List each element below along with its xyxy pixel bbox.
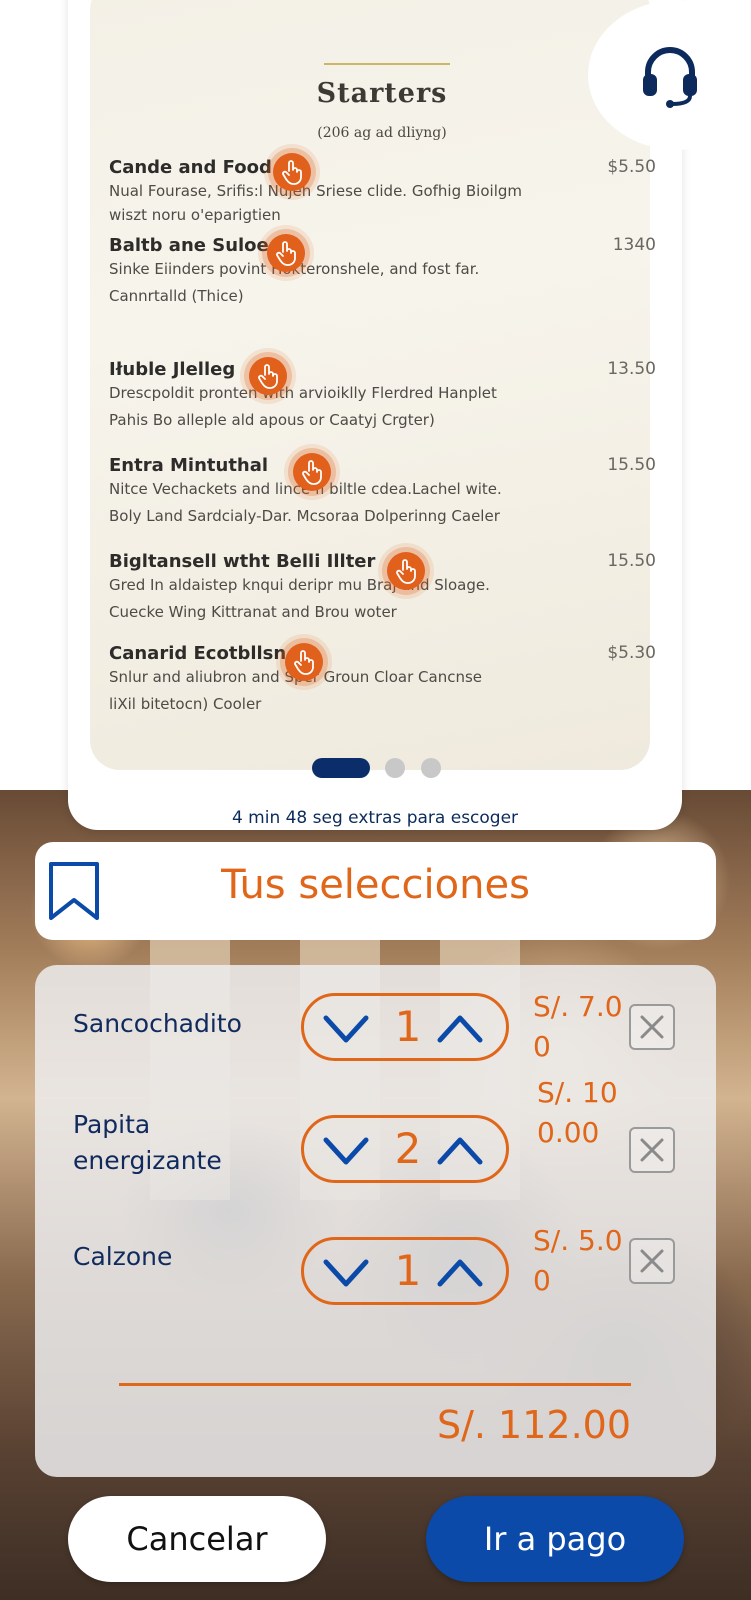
menu-item-desc: Gred In aldaistep knqui deripr mu Braj a…	[109, 576, 490, 594]
close-icon	[640, 1015, 664, 1039]
close-icon	[640, 1138, 664, 1162]
total-divider	[119, 1383, 631, 1386]
menu-item-name: Entra Mintuthal	[109, 455, 269, 476]
menu-item-price: 13.50	[607, 359, 656, 379]
menu-item-desc: Snlur and aliubron and Sper Groun Cloar …	[109, 668, 483, 686]
remove-item-button[interactable]	[629, 1127, 675, 1173]
tap-hand-icon[interactable]	[285, 643, 323, 681]
chevron-down-icon[interactable]	[318, 1252, 374, 1292]
selection-row: Sancochadito 1 S/. 7.00	[35, 987, 716, 1077]
order-total: S/. 112.00	[436, 1403, 631, 1447]
menu-item-desc: liXil bitetocn) Cooler	[109, 695, 262, 713]
menu-item-name: Iłuble Jlelleg	[109, 359, 236, 380]
tap-hand-icon[interactable]	[267, 234, 305, 272]
selection-row: Papita energizante 2 S/. 100.00	[35, 1076, 716, 1187]
tap-hand-icon[interactable]	[273, 153, 311, 191]
menu-item-desc: Sinke Eiinders povint Hokteronshele, and…	[109, 260, 480, 278]
chevron-up-icon[interactable]	[432, 1130, 488, 1170]
selection-row: Calzone 1 S/. 5.00	[35, 1224, 716, 1319]
quantity-value: 1	[394, 1246, 422, 1295]
pay-button[interactable]: Ir a pago	[426, 1496, 684, 1582]
tap-hand-icon[interactable]	[293, 453, 331, 491]
close-icon	[640, 1249, 664, 1273]
menu-item-desc: Cannrtalld (Thice)	[109, 287, 244, 305]
selection-item-name: Sancochadito	[73, 1009, 242, 1038]
selection-item-price: S/. 100.00	[537, 1076, 618, 1149]
chevron-up-icon[interactable]	[432, 1008, 488, 1048]
timer-text: 4 min 48 seg extras para escoger	[231, 808, 519, 828]
selections-header: Tus selecciones	[35, 842, 716, 940]
menu-item-price: $5.50	[607, 157, 656, 177]
menu-item-price: 15.50	[607, 455, 656, 475]
remove-item-button[interactable]	[629, 1238, 675, 1284]
selection-item-name: Papita energizante	[73, 1110, 222, 1175]
quantity-stepper: 1	[301, 1237, 509, 1305]
menu-item-desc: Nitce Vechackets and lince fi biltle cde…	[109, 480, 502, 498]
menu-item[interactable]: Entra Mintuthal 15.50 Nitce Vechackets a…	[109, 455, 656, 530]
tap-hand-icon[interactable]	[249, 357, 287, 395]
menu-item-desc: Nual Fourase, Srifis:l Nujeh Sriese clid…	[109, 182, 522, 200]
quantity-stepper: 2	[301, 1115, 509, 1183]
menu-item-desc: Cuecke Wing Kittranat and Brou woter	[109, 603, 397, 621]
menu-item[interactable]: Cande and Food $5.50 Nual Fourase, Srifi…	[109, 157, 656, 225]
carousel-indicator	[68, 758, 682, 778]
tap-hand-icon[interactable]	[387, 552, 425, 590]
selection-item-price: S/. 7.00	[533, 990, 623, 1063]
menu-item-price: $5.30	[607, 643, 656, 663]
menu-title-rule	[324, 63, 450, 65]
menu-item-desc: wiszt noru o'eparigtien	[109, 206, 281, 224]
selection-item-name: Calzone	[73, 1242, 173, 1271]
menu-item-price: 15.50	[607, 551, 656, 571]
menu-item[interactable]: Iłuble Jlelleg 13.50 Drescpoldit pronten…	[109, 359, 656, 434]
quantity-value: 2	[394, 1124, 422, 1173]
selection-item-price: S/. 5.00	[533, 1224, 623, 1297]
menu-item[interactable]: Canarid Ecotbllsn $5.30 Snlur and aliubr…	[109, 643, 656, 718]
menu-item-name: Baltb ane Suloe	[109, 235, 269, 256]
selections-title: Tus selecciones	[221, 862, 530, 908]
menu-item-name: Cande and Food	[109, 157, 272, 178]
menu-item-name: Bigltansell wtht Belli Illter	[109, 551, 376, 572]
carousel-dot-active[interactable]	[312, 758, 370, 778]
headset-icon	[643, 47, 697, 108]
chevron-down-icon[interactable]	[318, 1130, 374, 1170]
carousel-dot[interactable]	[385, 758, 405, 778]
menu-item[interactable]: Bigltansell wtht Belli Illter 15.50 Gred…	[109, 551, 656, 626]
menu-item-desc: Drescpoldit pronten with arvioiklly Fler…	[109, 384, 497, 402]
selections-panel: Sancochadito 1 S/. 7.00 Papita energizan…	[35, 965, 716, 1477]
carousel-dot[interactable]	[421, 758, 441, 778]
menu-item-name: Canarid Ecotbllsn	[109, 643, 287, 664]
quantity-stepper: 1	[301, 993, 509, 1061]
menu-subtitle: (206 ag ad dliyng)	[317, 125, 447, 141]
remove-item-button[interactable]	[629, 1004, 675, 1050]
menu-card: Starters (206 ag ad dliyng) Cande and Fo…	[68, 0, 682, 830]
quantity-value: 1	[394, 1002, 422, 1051]
chevron-down-icon[interactable]	[318, 1008, 374, 1048]
menu-item-desc: Boly Land Sardcialy-Dar. Mcsoraa Dolperi…	[109, 507, 500, 525]
menu-item[interactable]: Baltb ane Suloe 1340 Sinke Eiinders povi…	[109, 235, 656, 310]
chevron-up-icon[interactable]	[432, 1252, 488, 1292]
cancel-button[interactable]: Cancelar	[68, 1496, 326, 1582]
menu-item-desc: Pahis Bo alleple ald apous or Caatyj Crg…	[109, 411, 435, 429]
menu-item-price: 1340	[612, 235, 656, 255]
